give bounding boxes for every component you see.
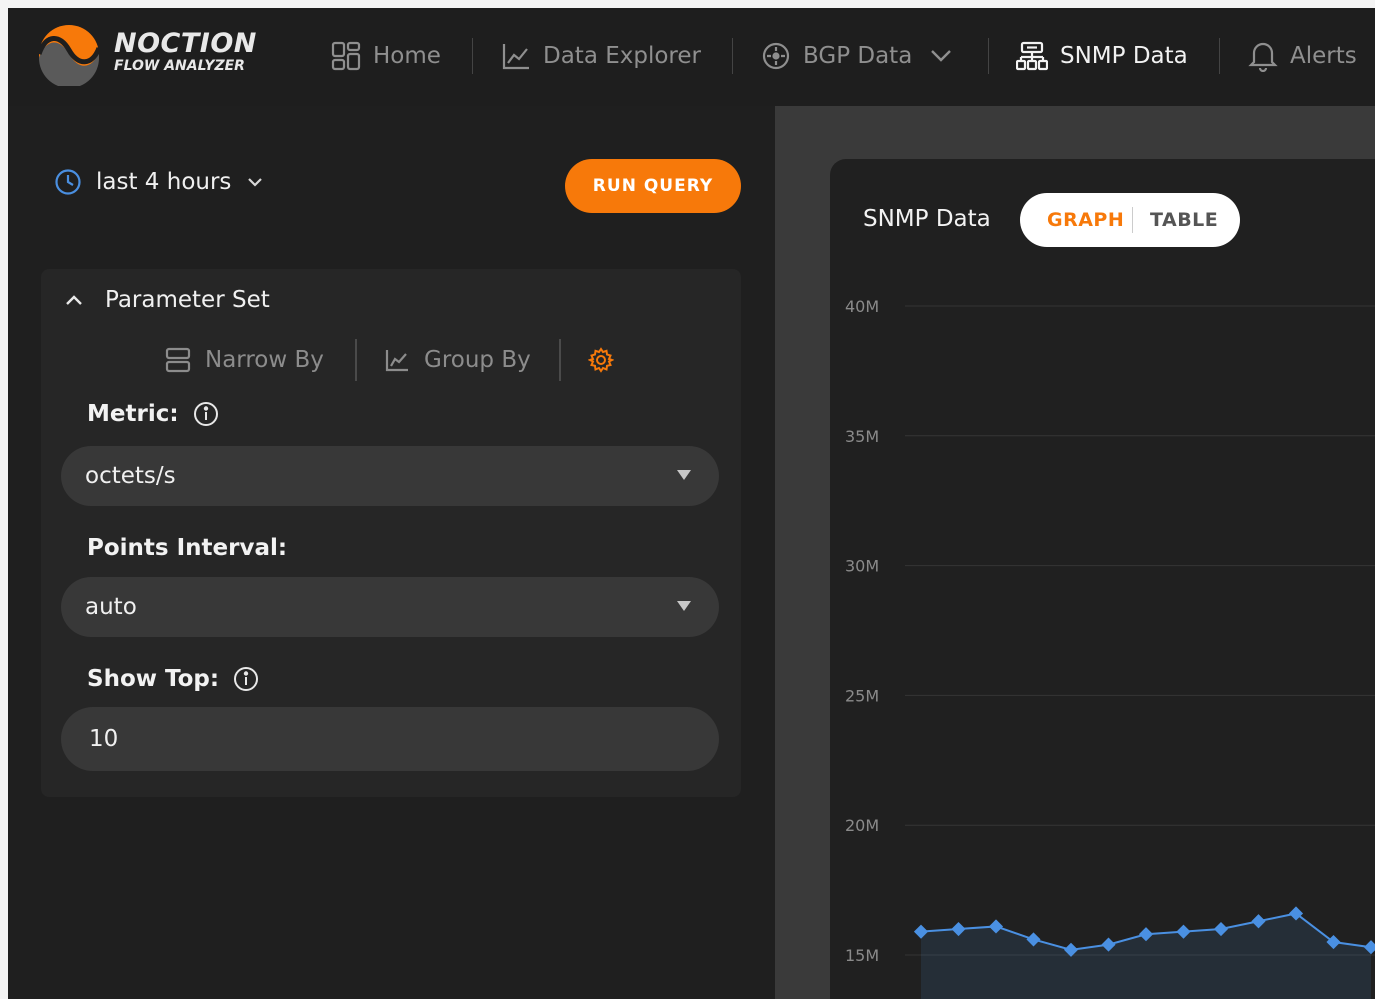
nav-bgp-data-label: BGP Data bbox=[803, 43, 913, 69]
bgp-network-icon bbox=[762, 42, 790, 70]
chart-panel-title: SNMP Data bbox=[863, 206, 991, 232]
tab-group-by-label: Group By bbox=[424, 347, 531, 373]
bell-icon bbox=[1248, 42, 1278, 72]
nav-home[interactable]: Home bbox=[331, 38, 441, 74]
app-window: NOCTION FLOW ANALYZER Home Data Explorer… bbox=[8, 8, 1375, 999]
chevron-down-icon bbox=[931, 50, 952, 62]
chevron-up-icon bbox=[66, 295, 82, 305]
run-query-button[interactable]: RUN QUERY bbox=[565, 159, 741, 213]
y-tick-label: 40M bbox=[845, 297, 879, 316]
tab-narrow-by[interactable]: Narrow By bbox=[165, 339, 324, 381]
y-tick-label: 35M bbox=[845, 427, 879, 446]
show-top-label: Show Top: bbox=[87, 666, 220, 692]
nav-snmp-data-label: SNMP Data bbox=[1060, 43, 1188, 69]
parameter-set-title: Parameter Set bbox=[105, 287, 270, 313]
nav-home-label: Home bbox=[373, 43, 441, 69]
nav-separator bbox=[1219, 38, 1220, 74]
y-tick-label: 25M bbox=[845, 686, 879, 705]
toggle-separator bbox=[1132, 207, 1133, 233]
chevron-down-icon bbox=[248, 178, 263, 187]
time-range-selector[interactable]: last 4 hours bbox=[54, 168, 263, 196]
table-view-button[interactable]: TABLE bbox=[1150, 193, 1218, 247]
time-range-label: last 4 hours bbox=[96, 169, 232, 195]
metric-select[interactable]: octets/s bbox=[61, 446, 719, 506]
nav-data-explorer-label: Data Explorer bbox=[543, 43, 701, 69]
dashboard-grid-icon bbox=[331, 41, 361, 71]
points-interval-select[interactable]: auto bbox=[61, 577, 719, 637]
snmp-line-chart: 40M 35M 30M 25M 20M 15M bbox=[845, 297, 1375, 999]
nav-alerts-label: Alerts bbox=[1290, 43, 1357, 69]
info-icon[interactable] bbox=[233, 666, 259, 692]
nav-separator bbox=[988, 38, 989, 74]
snmp-chart-card: SNMP Data GRAPH TABLE 40M 35M 30M 25M 20M 15M bbox=[830, 159, 1375, 999]
filter-stack-icon bbox=[165, 347, 191, 373]
query-panel: last 4 hours RUN QUERY Parameter Set Nar… bbox=[8, 106, 775, 999]
dropdown-caret-icon bbox=[677, 470, 691, 480]
view-toggle: GRAPH TABLE bbox=[1020, 193, 1240, 247]
points-interval-value: auto bbox=[85, 594, 137, 620]
y-tick-label: 15M bbox=[845, 946, 879, 965]
tab-narrow-by-label: Narrow By bbox=[205, 347, 324, 373]
results-panel: SNMP Data GRAPH TABLE 40M 35M 30M 25M 20M 15M bbox=[775, 106, 1375, 999]
noction-logo-icon bbox=[38, 25, 100, 86]
brand-title: NOCTION bbox=[114, 28, 257, 59]
brand-name: NOCTION FLOW ANALYZER bbox=[114, 28, 257, 75]
info-icon[interactable] bbox=[193, 401, 219, 427]
points-interval-label: Points Interval: bbox=[87, 535, 288, 561]
gear-icon bbox=[588, 347, 614, 373]
clock-icon bbox=[55, 169, 81, 195]
line-chart-icon bbox=[502, 44, 529, 70]
metric-label: Metric: bbox=[87, 401, 179, 427]
network-topology-icon bbox=[1016, 41, 1048, 71]
parameter-tabs: Narrow By Group By bbox=[165, 339, 625, 381]
tab-settings[interactable] bbox=[588, 339, 628, 381]
dropdown-caret-icon bbox=[677, 601, 691, 611]
top-navigation-bar: NOCTION FLOW ANALYZER Home Data Explorer… bbox=[8, 8, 1375, 106]
parameter-set-card: Parameter Set Narrow By Group By Metric:… bbox=[41, 269, 741, 797]
line-chart-icon bbox=[385, 350, 408, 372]
graph-view-button[interactable]: GRAPH bbox=[1047, 193, 1124, 247]
nav-alerts[interactable]: Alerts bbox=[1248, 38, 1357, 74]
y-tick-label: 20M bbox=[845, 816, 879, 835]
tab-separator bbox=[559, 339, 561, 381]
nav-bgp-data[interactable]: BGP Data bbox=[761, 38, 952, 74]
points-interval-field-label: Points Interval: bbox=[87, 535, 287, 561]
tab-group-by[interactable]: Group By bbox=[384, 339, 531, 381]
tab-separator bbox=[355, 339, 357, 381]
y-tick-label: 30M bbox=[845, 557, 879, 576]
metric-field-label: Metric: bbox=[87, 401, 219, 427]
metric-value: octets/s bbox=[85, 463, 176, 489]
show-top-value: 10 bbox=[89, 726, 119, 752]
nav-separator bbox=[472, 38, 473, 74]
nav-data-explorer[interactable]: Data Explorer bbox=[501, 38, 701, 74]
show-top-field-label: Show Top: bbox=[87, 666, 259, 692]
nav-snmp-data[interactable]: SNMP Data bbox=[1016, 38, 1188, 74]
nav-separator bbox=[732, 38, 733, 74]
parameter-set-header[interactable]: Parameter Set bbox=[65, 287, 270, 313]
show-top-input[interactable]: 10 bbox=[61, 707, 719, 771]
brand-subtitle: FLOW ANALYZER bbox=[114, 58, 245, 74]
